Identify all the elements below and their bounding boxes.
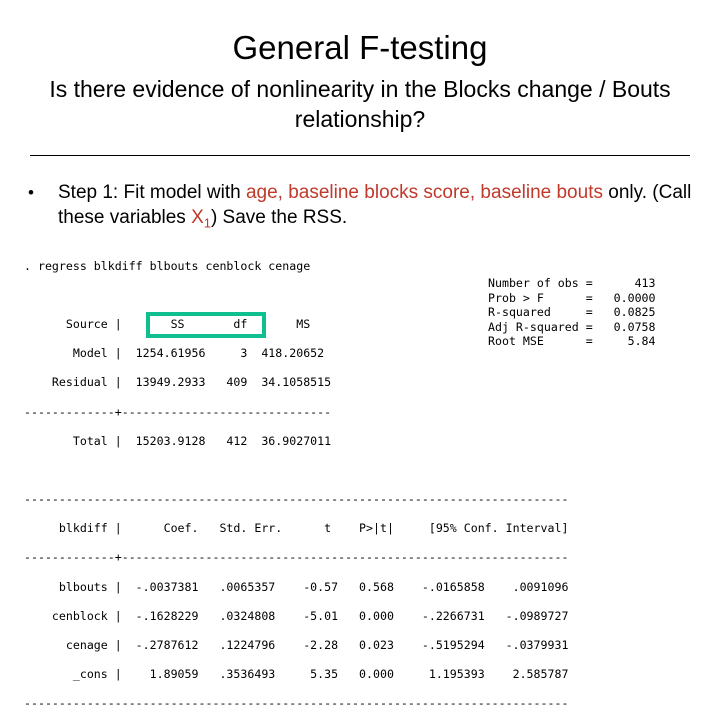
title-area: General F-testing Is there evidence of n… — [0, 28, 720, 134]
stat-row: Adj R-squared = 0.0758 — [488, 319, 656, 334]
bullet-segment-variables: age, baseline blocks score, baseline bou… — [245, 182, 603, 203]
coef-row-cons: _cons | 1.89059 .3536493 5.35 0.000 1.19… — [24, 667, 569, 682]
coef-row-cenblock: cenblock | -.1628229 .0324808 -5.01 0.00… — [24, 608, 569, 623]
page-subtitle: Is there evidence of nonlinearity in the… — [49, 76, 671, 132]
bullet-variable-subscript: 1 — [203, 215, 211, 231]
bullet-block: • Step 1: Fit model with age, baseline b… — [24, 180, 704, 236]
coef-rule-top: ----------------------------------------… — [24, 492, 569, 507]
bullet-segment-plain-1: Step 1: Fit model with — [58, 182, 246, 203]
model-summary-stats: Number of obs = 413 Prob > F = 0.0000 R-sq… — [488, 276, 656, 349]
stat-row: Root MSE = 5.84 — [488, 334, 656, 349]
coef-row-cenage: cenage | -.2787612 .1224796 -2.28 0.023 … — [24, 638, 569, 653]
list-item: • Step 1: Fit model with age, baseline b… — [24, 180, 704, 236]
stat-row: R-squared = 0.0825 — [488, 305, 656, 320]
anova-row-total: Total | 15203.9128 412 36.9027011 — [24, 433, 332, 448]
bullet-variable-symbol: X — [191, 207, 204, 228]
stata-command-line: . regress blkdiff blbouts cenblock cenag… — [24, 258, 311, 273]
coef-rule-bottom: ----------------------------------------… — [24, 696, 569, 711]
stat-row: Number of obs = 413 — [488, 276, 656, 290]
anova-separator: -------------+--------------------------… — [24, 404, 332, 419]
bullet-text: Step 1: Fit model with age, baseline blo… — [58, 180, 704, 236]
coef-header-row: blkdiff | Coef. Std. Err. t P>|t| [95% C… — [24, 521, 569, 536]
coef-row-blbouts: blbouts | -.0037381 .0065357 -0.57 0.568… — [24, 579, 569, 594]
page-title: General F-testing — [232, 29, 488, 66]
anova-row-residual: Residual | 13949.2933 409 34.1058515 — [24, 375, 332, 390]
coef-rule-mid: -------------+--------------------------… — [24, 550, 569, 565]
bullet-segment-plain-3: ) Save the RSS. — [210, 207, 348, 228]
bullet-marker-icon: • — [28, 183, 34, 202]
title-divider — [30, 155, 690, 156]
stat-row: Prob > F = 0.0000 — [488, 290, 656, 305]
